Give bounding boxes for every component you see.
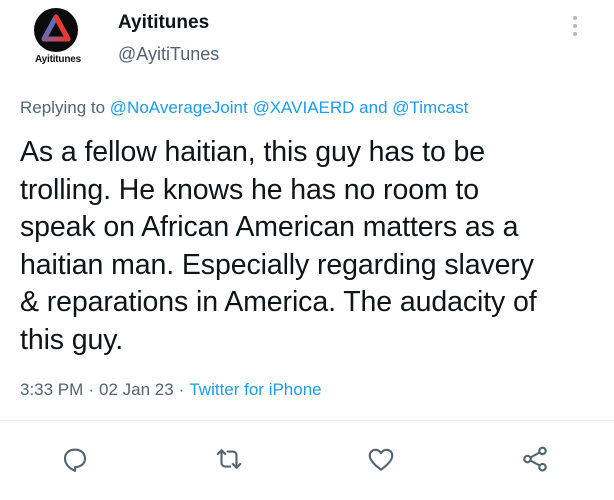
user-handle[interactable]: @AyitiTunes [118, 44, 219, 65]
share-icon [523, 446, 547, 472]
mention-conjunction[interactable]: and [359, 98, 387, 117]
mention-link[interactable]: @NoAverageJoint [110, 98, 248, 117]
mention-link[interactable]: @XAVIAERD [252, 98, 354, 117]
like-icon [368, 448, 394, 471]
retweet-icon [216, 449, 242, 469]
tweet-line: this guy. [20, 323, 124, 356]
tweet-line: & reparations in America. The audacity o… [20, 286, 537, 318]
divider [0, 420, 614, 421]
tweet-meta: 3:33 PM · 02 Jan 23 · Twitter for iPhone [20, 380, 322, 400]
tweet-source[interactable]: Twitter for iPhone [189, 380, 321, 399]
tweet-date[interactable]: 02 Jan 23 [99, 380, 174, 399]
reply-button[interactable] [60, 444, 90, 474]
tweet-line: trolling. He knows he has no room to [20, 173, 479, 206]
meta-separator: · [88, 380, 94, 399]
avatar[interactable]: Ayititunes [16, 8, 100, 72]
tweet-time[interactable]: 3:33 PM [20, 380, 83, 399]
tweet-line: haitian man. Especially regarding slaver… [20, 248, 534, 281]
meta-separator: · [178, 380, 185, 399]
replying-to: Replying to @NoAverageJoint @XAVIAERD an… [20, 98, 468, 118]
avatar-label: Ayititunes [35, 54, 81, 65]
mention-link[interactable]: @Timcast [392, 98, 468, 117]
retweet-button[interactable] [214, 444, 244, 474]
like-button[interactable] [366, 444, 396, 474]
tweet-text: As a fellow haitian, this guy has to be … [20, 134, 606, 359]
more-icon[interactable] [568, 14, 582, 40]
avatar-image [34, 8, 78, 52]
share-button[interactable] [520, 444, 550, 474]
logo-icon [41, 14, 71, 42]
replying-to-label: Replying to [20, 98, 106, 117]
reply-icon [63, 448, 87, 472]
tweet-line: As a fellow haitian, this guy has to be [20, 136, 486, 168]
tweet-card: Ayititunes Ayititunes @AyitiTunes Replyi… [0, 0, 614, 500]
tweet-line: speak on African American matters as a [20, 211, 519, 243]
display-name[interactable]: Ayititunes [118, 12, 209, 34]
